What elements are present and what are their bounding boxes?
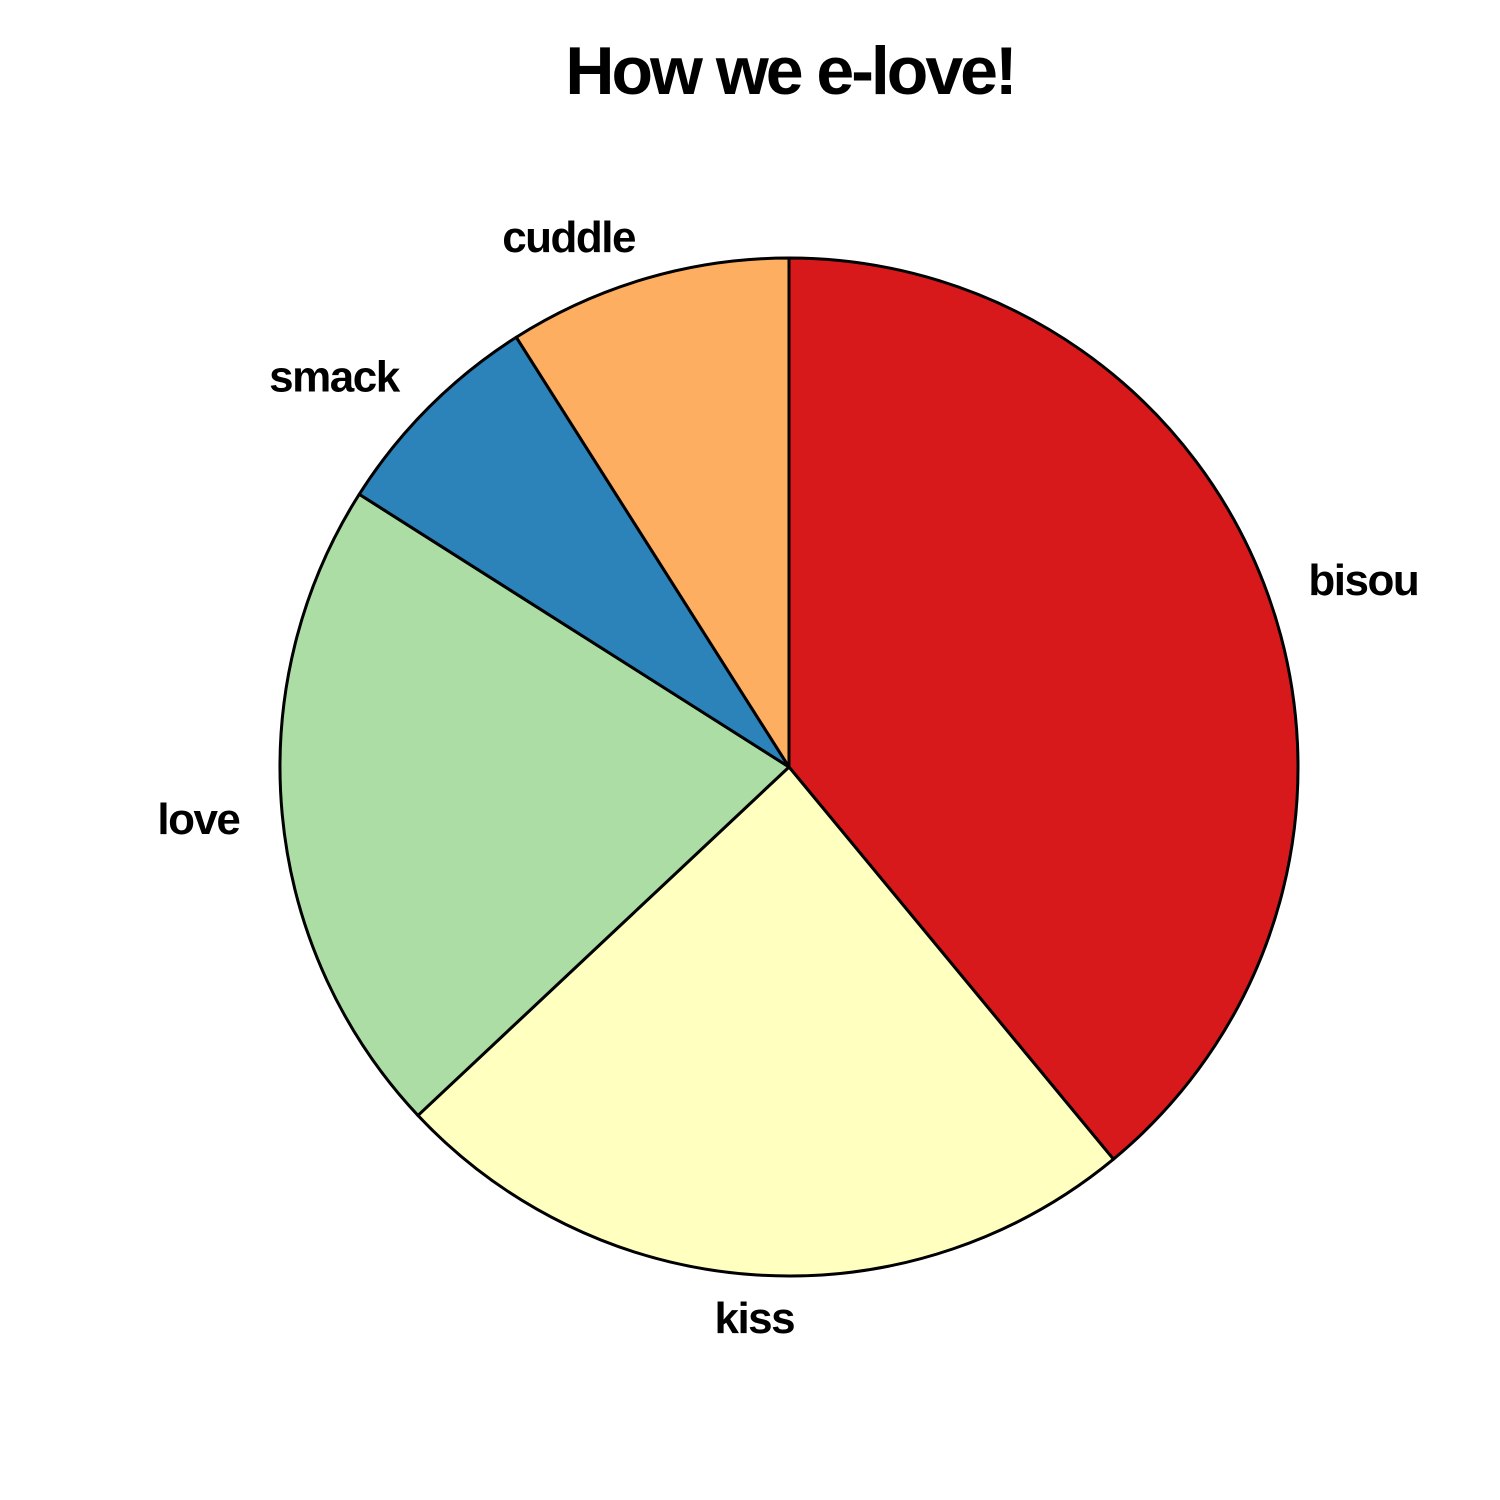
slice-label-cuddle: cuddle <box>502 213 635 262</box>
pie-slices <box>278 256 1300 1278</box>
chart-title: How we e-love! <box>565 33 1014 109</box>
slice-label-bisou: bisou <box>1308 556 1418 605</box>
slice-label-kiss: kiss <box>714 1294 794 1343</box>
slice-label-smack: smack <box>269 353 401 402</box>
pie-chart: How we e-love! bisou kiss love smack cuddle <box>157 33 1419 1343</box>
slice-label-love: love <box>157 795 239 844</box>
